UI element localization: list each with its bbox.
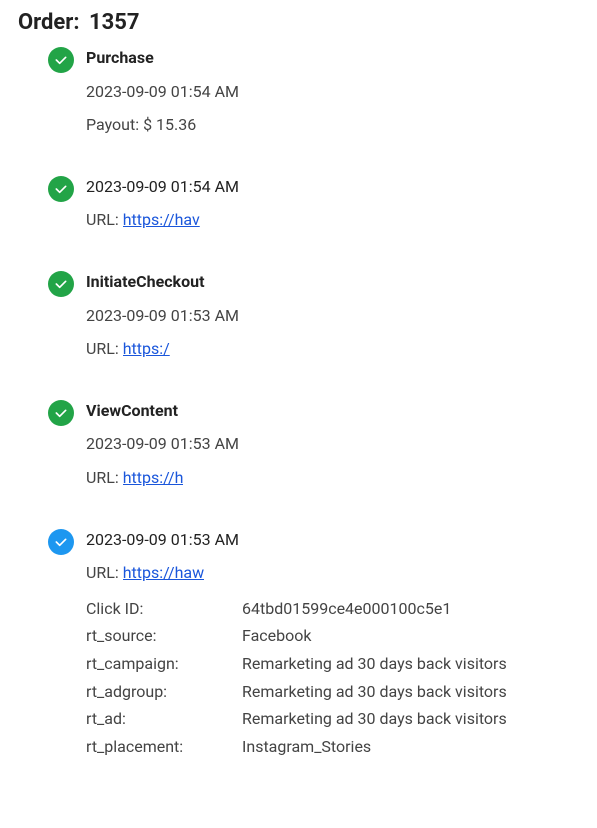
event-item: 2023-09-09 01:53 AM URL: https://haw Cli… (18, 529, 579, 758)
event-item: Purchase 2023-09-09 01:54 AM Payout: $ 1… (18, 47, 579, 136)
check-circle-blue-icon (48, 529, 74, 555)
check-circle-green-icon (48, 400, 74, 426)
event-url-link[interactable]: https:/ (123, 338, 170, 360)
event-status-icon-wrap (48, 271, 74, 297)
event-status-icon-wrap (48, 176, 74, 202)
event-timestamp: 2023-09-09 01:53 AM (86, 433, 239, 455)
event-timestamp: 2023-09-09 01:53 AM (86, 529, 507, 551)
event-timestamp: 2023-09-09 01:53 AM (86, 305, 239, 327)
event-details-table: Click ID: 64tbd01599ce4e000100c5e1 rt_so… (86, 598, 507, 758)
event-body: ViewContent 2023-09-09 01:53 AM URL: htt… (86, 400, 239, 489)
event-status-icon-wrap (48, 47, 74, 73)
event-body: Purchase 2023-09-09 01:54 AM Payout: $ 1… (86, 47, 239, 136)
order-label: Order: (18, 10, 80, 35)
event-body: InitiateCheckout 2023-09-09 01:53 AM URL… (86, 271, 239, 360)
detail-key: rt_ad: (86, 708, 234, 730)
detail-value: Remarketing ad 30 days back visitors (242, 653, 507, 675)
event-title: ViewContent (86, 400, 239, 422)
check-circle-green-icon (48, 176, 74, 202)
detail-value: Facebook (242, 625, 507, 647)
detail-key: rt_source: (86, 625, 234, 647)
event-payout: Payout: $ 15.36 (86, 114, 239, 136)
detail-key: Click ID: (86, 598, 234, 620)
url-label: URL: (86, 562, 119, 584)
detail-key: rt_adgroup: (86, 681, 234, 703)
check-circle-green-icon (48, 271, 74, 297)
url-label: URL: (86, 467, 119, 489)
url-label: URL: (86, 209, 119, 231)
order-title: Order: 1357 (18, 10, 579, 35)
url-label: URL: (86, 338, 119, 360)
event-url-link[interactable]: https://hav (123, 209, 200, 231)
event-url-row: URL: https://h (86, 467, 239, 489)
check-circle-green-icon (48, 47, 74, 73)
detail-value: Remarketing ad 30 days back visitors (242, 708, 507, 730)
event-body: 2023-09-09 01:54 AM URL: https://hav (86, 176, 239, 231)
event-timestamp: 2023-09-09 01:54 AM (86, 81, 239, 103)
detail-value: Instagram_Stories (242, 736, 507, 758)
event-title: Purchase (86, 47, 239, 69)
event-title: InitiateCheckout (86, 271, 239, 293)
detail-value: Remarketing ad 30 days back visitors (242, 681, 507, 703)
event-item: 2023-09-09 01:54 AM URL: https://hav (18, 176, 579, 231)
event-status-icon-wrap (48, 400, 74, 426)
event-url-row: URL: https://hav (86, 209, 239, 231)
order-events-panel: Order: 1357 Purchase 2023-09-09 01:54 AM… (0, 0, 597, 781)
event-item: ViewContent 2023-09-09 01:53 AM URL: htt… (18, 400, 579, 489)
detail-key: rt_placement: (86, 736, 234, 758)
payout-value: $ 15.36 (143, 115, 196, 134)
order-id: 1357 (89, 10, 140, 35)
event-timestamp: 2023-09-09 01:54 AM (86, 176, 239, 198)
event-url-link[interactable]: https://haw (123, 562, 204, 584)
event-timeline: Purchase 2023-09-09 01:54 AM Payout: $ 1… (18, 47, 579, 757)
event-url-row: URL: https://haw (86, 562, 506, 584)
detail-key: rt_campaign: (86, 653, 234, 675)
event-body: 2023-09-09 01:53 AM URL: https://haw Cli… (86, 529, 507, 758)
event-url-row: URL: https:/ (86, 338, 239, 360)
event-status-icon-wrap (48, 529, 74, 555)
event-item: InitiateCheckout 2023-09-09 01:53 AM URL… (18, 271, 579, 360)
payout-label: Payout: (86, 115, 139, 134)
event-url-link[interactable]: https://h (123, 467, 184, 489)
detail-value: 64tbd01599ce4e000100c5e1 (242, 598, 507, 620)
